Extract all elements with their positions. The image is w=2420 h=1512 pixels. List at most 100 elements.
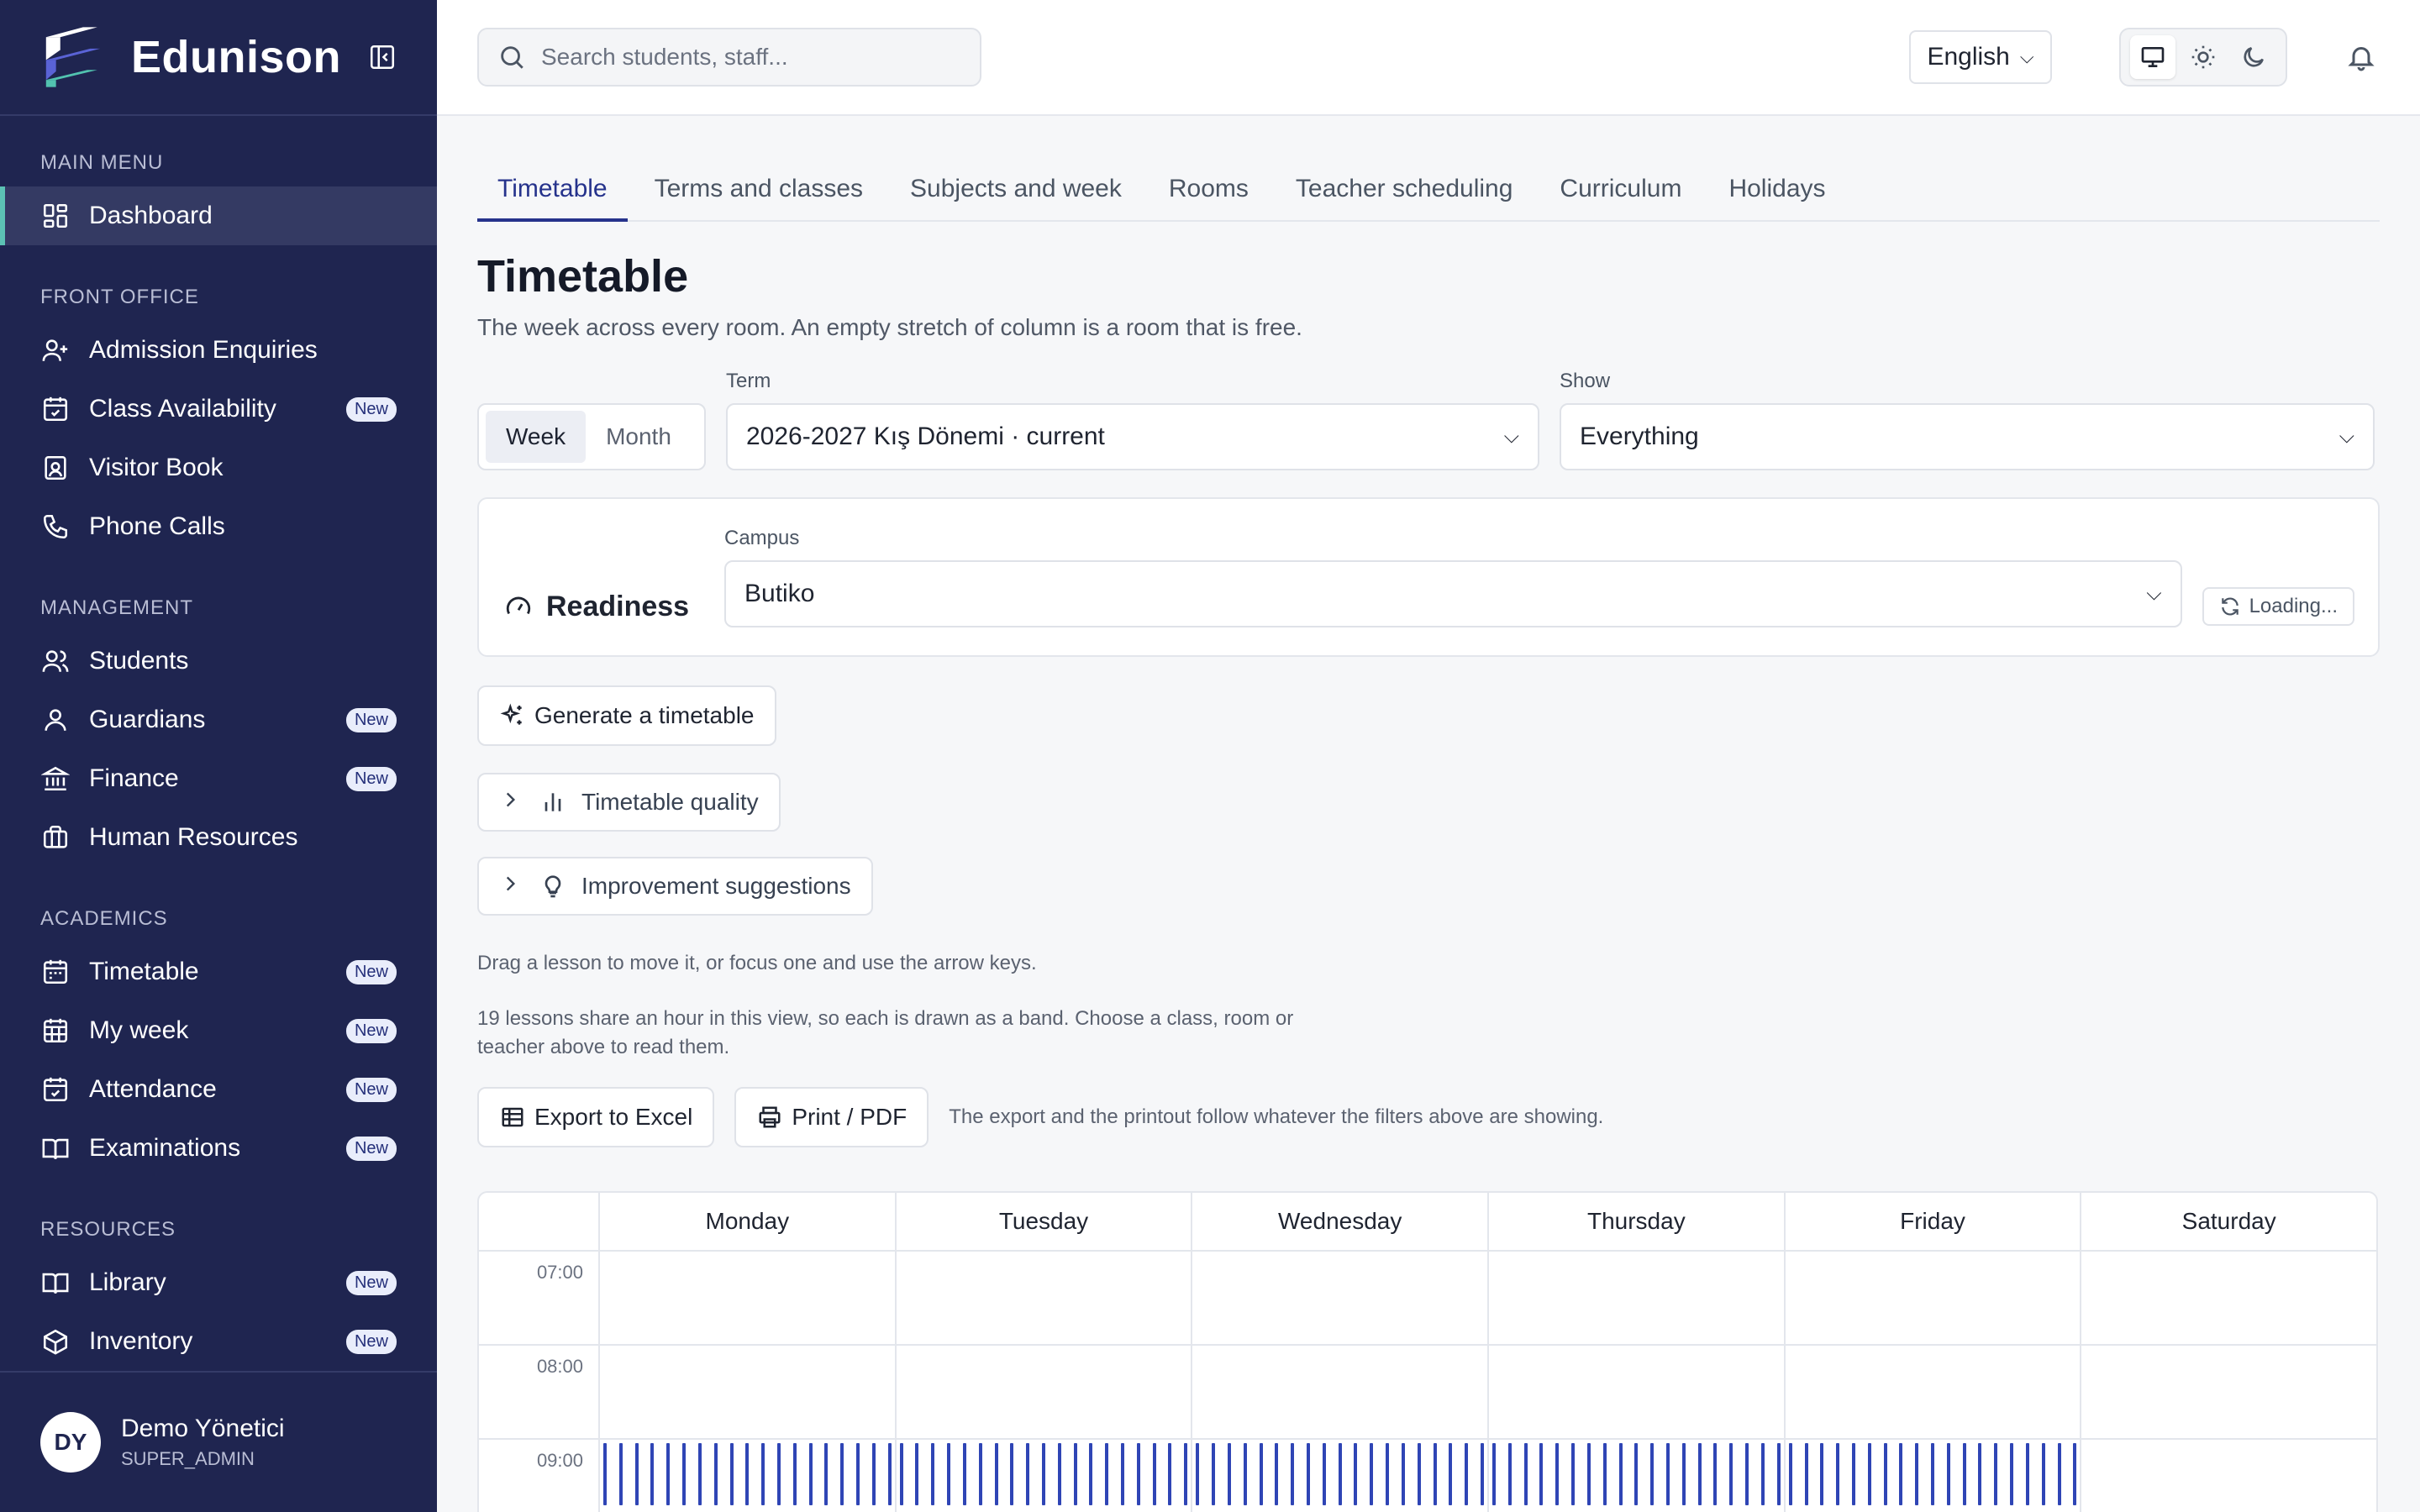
lesson-band[interactable] (2041, 1443, 2045, 1505)
tab-rooms[interactable]: Rooms (1149, 175, 1269, 220)
lesson-band[interactable] (1665, 1443, 1670, 1505)
lesson-band[interactable] (1010, 1443, 1014, 1505)
lesson-band[interactable] (1697, 1443, 1702, 1505)
sidebar-item-admission-enquiries[interactable]: Admission Enquiries (0, 321, 437, 380)
sidebar-item-library[interactable]: Library New (0, 1253, 437, 1312)
lesson-band[interactable] (697, 1443, 702, 1505)
timetable-cell[interactable] (1192, 1252, 1490, 1344)
lesson-band[interactable] (1449, 1443, 1453, 1505)
lesson-band[interactable] (1184, 1443, 1188, 1505)
lesson-band[interactable] (1571, 1443, 1576, 1505)
lesson-band[interactable] (947, 1443, 951, 1505)
lesson-band[interactable] (1322, 1443, 1326, 1505)
lesson-band[interactable] (1729, 1443, 1733, 1505)
sidebar-item-attendance[interactable]: Attendance New (0, 1060, 437, 1119)
lesson-band[interactable] (2010, 1443, 2014, 1505)
lesson-band[interactable] (1243, 1443, 1247, 1505)
lesson-band[interactable] (1618, 1443, 1623, 1505)
timetable-cell[interactable] (1192, 1440, 1490, 1512)
lesson-band[interactable] (1883, 1443, 1887, 1505)
timetable-cell[interactable] (600, 1440, 897, 1512)
term-select[interactable]: 2026-2027 Kış Dönemi · current ⌵ (726, 403, 1539, 470)
lesson-band[interactable] (1196, 1443, 1200, 1505)
lesson-band[interactable] (1212, 1443, 1216, 1505)
refresh-button[interactable]: Loading... (2202, 587, 2354, 626)
search-input[interactable] (541, 44, 961, 71)
sidebar-item-phone-calls[interactable]: Phone Calls (0, 497, 437, 556)
lesson-band[interactable] (1820, 1443, 1824, 1505)
sidebar-item-finance[interactable]: Finance New (0, 749, 437, 808)
lesson-band[interactable] (1946, 1443, 1950, 1505)
sidebar-item-human-resources[interactable]: Human Resources (0, 808, 437, 867)
lesson-band[interactable] (792, 1443, 797, 1505)
campus-select[interactable]: Butiko ⌵ (724, 560, 2182, 627)
lesson-band[interactable] (729, 1443, 734, 1505)
lesson-band[interactable] (650, 1443, 655, 1505)
lesson-band[interactable] (1121, 1443, 1125, 1505)
lesson-band[interactable] (1136, 1443, 1140, 1505)
lesson-band[interactable] (713, 1443, 718, 1505)
lesson-band[interactable] (1275, 1443, 1279, 1505)
moon-icon[interactable] (2231, 35, 2276, 79)
lesson-band[interactable] (1386, 1443, 1390, 1505)
lesson-band[interactable] (1338, 1443, 1342, 1505)
timetable-cell[interactable] (1489, 1346, 1786, 1438)
lesson-band[interactable] (887, 1443, 892, 1505)
lesson-band[interactable] (1978, 1443, 1982, 1505)
lesson-band[interactable] (1370, 1443, 1374, 1505)
lesson-band[interactable] (1465, 1443, 1469, 1505)
improvement-suggestions-toggle[interactable]: Improvement suggestions (477, 857, 873, 916)
lesson-band[interactable] (1650, 1443, 1655, 1505)
lesson-band[interactable] (1776, 1443, 1781, 1505)
generate-timetable-button[interactable]: Generate a timetable (477, 685, 776, 746)
lesson-band[interactable] (1555, 1443, 1560, 1505)
lesson-band[interactable] (1291, 1443, 1295, 1505)
timetable-cell[interactable] (1786, 1440, 2082, 1512)
lesson-band[interactable] (1089, 1443, 1093, 1505)
sidebar-item-students[interactable]: Students (0, 632, 437, 690)
sidebar-item-inventory[interactable]: Inventory New (0, 1312, 437, 1371)
tab-teacher-scheduling[interactable]: Teacher scheduling (1276, 175, 1534, 220)
print-pdf-button[interactable]: Print / PDF (734, 1087, 929, 1147)
monitor-icon[interactable] (2130, 35, 2175, 79)
sun-icon[interactable] (2181, 35, 2226, 79)
sidebar-item-class-availability[interactable]: Class Availability New (0, 380, 437, 438)
lesson-band[interactable] (1586, 1443, 1591, 1505)
lesson-band[interactable] (1745, 1443, 1749, 1505)
tab-holidays[interactable]: Holidays (1708, 175, 1845, 220)
lesson-band[interactable] (1354, 1443, 1358, 1505)
tab-timetable[interactable]: Timetable (477, 175, 628, 222)
lesson-band[interactable] (1681, 1443, 1686, 1505)
lesson-band[interactable] (962, 1443, 966, 1505)
search-box[interactable] (477, 28, 981, 87)
lesson-band[interactable] (1915, 1443, 1919, 1505)
lesson-band[interactable] (931, 1443, 935, 1505)
lesson-band[interactable] (1713, 1443, 1718, 1505)
lesson-band[interactable] (1227, 1443, 1231, 1505)
timetable-cell[interactable] (897, 1252, 1193, 1344)
timetable-cell[interactable] (600, 1346, 897, 1438)
lesson-band[interactable] (1433, 1443, 1437, 1505)
lesson-band[interactable] (1401, 1443, 1405, 1505)
lesson-band[interactable] (1836, 1443, 1840, 1505)
lesson-band[interactable] (994, 1443, 998, 1505)
sidebar-item-visitor-book[interactable]: Visitor Book (0, 438, 437, 497)
timetable-cell[interactable] (600, 1252, 897, 1344)
sidebar-item-my-week[interactable]: My week New (0, 1001, 437, 1060)
lesson-band[interactable] (856, 1443, 860, 1505)
month-view-button[interactable]: Month (586, 411, 692, 463)
lesson-band[interactable] (1105, 1443, 1109, 1505)
bell-icon[interactable] (2343, 39, 2380, 76)
timetable-cell[interactable] (2081, 1440, 2376, 1512)
sidebar-item-examinations[interactable]: Examinations New (0, 1119, 437, 1178)
lesson-band[interactable] (745, 1443, 750, 1505)
lesson-band[interactable] (2057, 1443, 2061, 1505)
timetable-cell[interactable] (1489, 1440, 1786, 1512)
lesson-band[interactable] (761, 1443, 765, 1505)
lesson-band[interactable] (2073, 1443, 2077, 1505)
lesson-band[interactable] (1760, 1443, 1765, 1505)
lesson-band[interactable] (1507, 1443, 1512, 1505)
lesson-band[interactable] (1041, 1443, 1045, 1505)
lesson-band[interactable] (824, 1443, 829, 1505)
lesson-band[interactable] (1634, 1443, 1639, 1505)
